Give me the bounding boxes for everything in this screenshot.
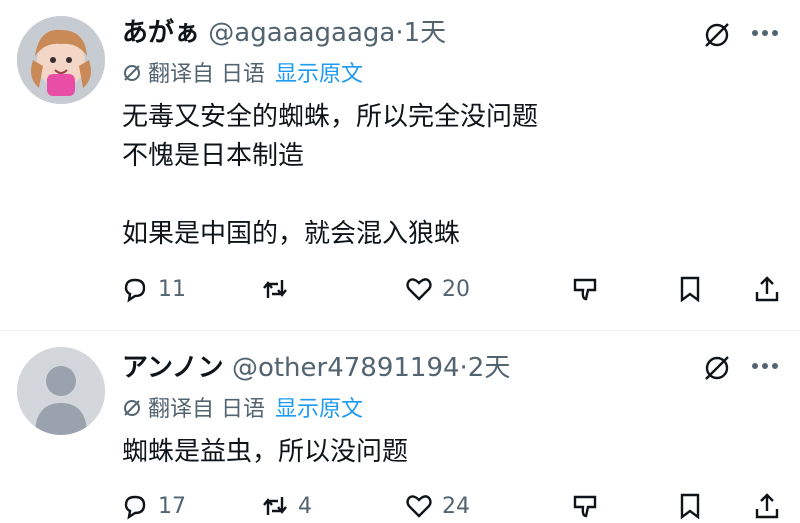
downvote-icon bbox=[573, 495, 597, 518]
reply-icon bbox=[124, 278, 146, 303]
share-icon bbox=[755, 493, 779, 519]
avatar[interactable] bbox=[17, 347, 105, 435]
translate-icon bbox=[124, 65, 140, 81]
like-button[interactable]: 20 bbox=[404, 272, 470, 306]
more-icon[interactable] bbox=[750, 27, 780, 39]
tweet-text: 蜘蛛是益虫，所以没问题 bbox=[122, 433, 408, 472]
downvote-icon bbox=[573, 278, 597, 301]
display-name[interactable]: あがぁ bbox=[122, 18, 200, 48]
translation-line: 翻译自 日语 显示原文 bbox=[122, 63, 363, 86]
timestamp[interactable]: ·2天 bbox=[460, 353, 511, 383]
text-line bbox=[122, 176, 538, 215]
bookmark-icon bbox=[680, 493, 700, 520]
avatar[interactable] bbox=[17, 16, 105, 104]
text-line: 如果是中国的，就会混入狼蛛 bbox=[122, 219, 461, 249]
like-icon bbox=[406, 278, 432, 301]
grok-icon[interactable] bbox=[700, 351, 734, 385]
handle[interactable]: @agaaagaaga bbox=[208, 18, 395, 48]
like-button[interactable]: 24 bbox=[404, 489, 470, 523]
reply-button[interactable]: 11 bbox=[120, 272, 186, 306]
retweet-button[interactable]: 4 bbox=[260, 489, 312, 523]
tweet-1[interactable]: あがぁ @agaaagaaga·1天 翻译自 日语 显示原文 无毒又安全的蜘蛛，所… bbox=[0, 0, 800, 330]
reply-count: 17 bbox=[158, 493, 186, 519]
action-bar: 11 20 bbox=[120, 272, 800, 306]
tweet-2[interactable]: アンノン @other47891194·2天 翻译自 日语 显示原文 蜘蛛是益虫，… bbox=[0, 331, 800, 520]
share-button[interactable] bbox=[752, 489, 782, 523]
timestamp[interactable]: ·1天 bbox=[395, 18, 446, 48]
translation-line: 翻译自 日语 显示原文 bbox=[122, 398, 363, 421]
reply-icon bbox=[124, 495, 146, 520]
like-icon bbox=[406, 495, 432, 518]
show-original-link[interactable]: 显示原文 bbox=[275, 397, 363, 422]
handle[interactable]: @other47891194 bbox=[232, 353, 460, 383]
translate-icon bbox=[124, 400, 140, 416]
retweet-icon bbox=[263, 497, 287, 515]
text-line: 不愧是日本制造 bbox=[122, 141, 305, 171]
like-count: 24 bbox=[442, 493, 470, 519]
bookmark-button[interactable] bbox=[675, 489, 705, 523]
text-line: 蜘蛛是益虫，所以没问题 bbox=[122, 437, 409, 467]
share-icon bbox=[755, 276, 779, 302]
name-line: あがぁ @agaaagaaga·1天 bbox=[122, 20, 446, 46]
bookmark-icon bbox=[680, 276, 700, 303]
more-icon[interactable] bbox=[750, 360, 780, 372]
translated-from: 翻译自 日语 bbox=[148, 62, 265, 87]
share-button[interactable] bbox=[752, 272, 782, 306]
retweet-button[interactable] bbox=[260, 272, 298, 306]
avatar-image bbox=[17, 16, 105, 104]
name-line: アンノン @other47891194·2天 bbox=[122, 355, 510, 381]
downvote-button[interactable] bbox=[570, 272, 600, 306]
downvote-button[interactable] bbox=[570, 489, 600, 523]
tweet-text: 无毒又安全的蜘蛛，所以完全没问题 不愧是日本制造如果是中国的，就会混入狼蛛 bbox=[122, 98, 538, 254]
default-avatar-icon bbox=[17, 347, 105, 435]
bookmark-button[interactable] bbox=[675, 272, 705, 306]
display-name[interactable]: アンノン bbox=[122, 353, 224, 383]
like-count: 20 bbox=[442, 276, 470, 302]
reply-count: 11 bbox=[158, 276, 186, 302]
action-bar: 17 4 24 bbox=[120, 489, 800, 523]
grok-icon[interactable] bbox=[700, 18, 734, 52]
text-line: 无毒又安全的蜘蛛，所以完全没问题 bbox=[122, 102, 539, 132]
retweet-count: 4 bbox=[298, 493, 312, 519]
retweet-icon bbox=[263, 280, 287, 298]
reply-button[interactable]: 17 bbox=[120, 489, 186, 523]
show-original-link[interactable]: 显示原文 bbox=[275, 62, 363, 87]
translated-from: 翻译自 日语 bbox=[148, 397, 265, 422]
